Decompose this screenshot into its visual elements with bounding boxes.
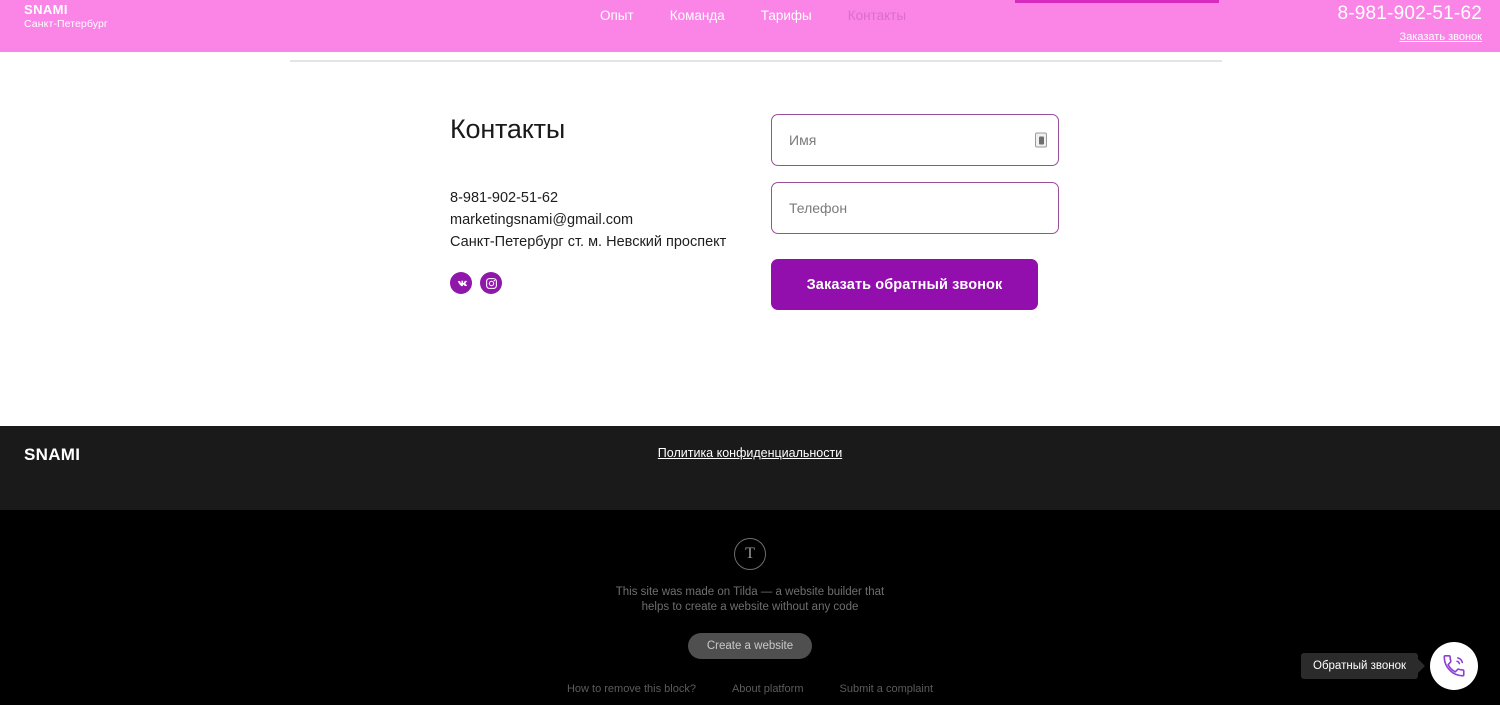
- nav-item-kontakty[interactable]: Контакты: [848, 8, 906, 23]
- callback-form: Заказать обратный звонок: [771, 114, 1061, 310]
- instagram-icon[interactable]: [480, 272, 502, 294]
- site-footer: SNAMI Политика конфиденциальности: [0, 426, 1500, 510]
- tilda-logo-icon: T: [734, 538, 766, 570]
- page-root: SNAMI Санкт-Петербург Опыт Команда Тариф…: [0, 0, 1500, 705]
- page-title: Контакты: [450, 114, 566, 144]
- social-links: [450, 272, 750, 294]
- tilda-description-line-2: helps to create a website without any co…: [641, 601, 859, 613]
- phone-field-wrapper: [771, 182, 1059, 234]
- contact-email[interactable]: marketingsnami@gmail.com: [450, 209, 750, 231]
- contact-card-icon[interactable]: [1035, 132, 1047, 148]
- header-logo[interactable]: SNAMI Санкт-Петербург: [24, 2, 108, 30]
- name-input[interactable]: [772, 115, 1058, 165]
- header-contact-block: 8-981-902-51-62 Заказать звонок: [1337, 2, 1482, 45]
- tilda-link-about-platform[interactable]: About platform: [732, 683, 804, 695]
- phone-ring-icon[interactable]: [1430, 642, 1478, 690]
- contact-address: Санкт-Петербург ст. м. Невский проспект: [450, 234, 727, 250]
- create-website-button[interactable]: Create a website: [687, 633, 813, 659]
- name-field-wrapper: [771, 114, 1059, 166]
- logo-subtitle: Санкт-Петербург: [24, 17, 108, 30]
- tilda-badge: T This site was made on Tilda — a websit…: [540, 538, 960, 695]
- contact-details: 8-981-902-51-62 marketingsnami@gmail.com…: [450, 187, 750, 253]
- tilda-link-submit-complaint[interactable]: Submit a complaint: [840, 683, 934, 695]
- nav-item-komanda[interactable]: Команда: [670, 8, 725, 23]
- vk-icon[interactable]: [450, 272, 472, 294]
- tilda-description: This site was made on Tilda — a website …: [540, 585, 960, 615]
- tilda-link-remove-block[interactable]: How to remove this block?: [567, 683, 696, 695]
- tilda-description-line-1: This site was made on Tilda — a website …: [615, 586, 885, 598]
- privacy-policy-link[interactable]: Политика конфиденциальности: [658, 446, 842, 460]
- callback-tooltip: Обратный звонок: [1301, 653, 1418, 679]
- tilda-badge-section: T This site was made on Tilda — a websit…: [0, 510, 1500, 705]
- contact-info-column: Контакты 8-981-902-51-62 marketingsnami@…: [450, 114, 750, 294]
- header-phone[interactable]: 8-981-902-51-62: [1337, 2, 1482, 27]
- footer-logo[interactable]: SNAMI: [24, 445, 80, 465]
- logo-title: SNAMI: [24, 2, 68, 17]
- nav-item-tarify[interactable]: Тарифы: [761, 8, 812, 23]
- phone-input[interactable]: [772, 183, 1058, 233]
- main-navigation: Опыт Команда Тарифы Контакты: [600, 8, 906, 23]
- tilda-links: How to remove this block? About platform…: [540, 683, 960, 695]
- callback-widget: Обратный звонок: [1301, 642, 1478, 690]
- site-header: SNAMI Санкт-Петербург Опыт Команда Тариф…: [0, 0, 1500, 52]
- contacts-section: Контакты 8-981-902-51-62 marketingsnami@…: [0, 62, 1500, 426]
- submit-callback-button[interactable]: Заказать обратный звонок: [771, 259, 1038, 310]
- contact-phone[interactable]: 8-981-902-51-62: [450, 187, 750, 209]
- top-accent-bar: [1015, 0, 1219, 3]
- header-callback-link[interactable]: Заказать звонок: [1400, 31, 1482, 43]
- nav-item-opyt[interactable]: Опыт: [600, 8, 634, 23]
